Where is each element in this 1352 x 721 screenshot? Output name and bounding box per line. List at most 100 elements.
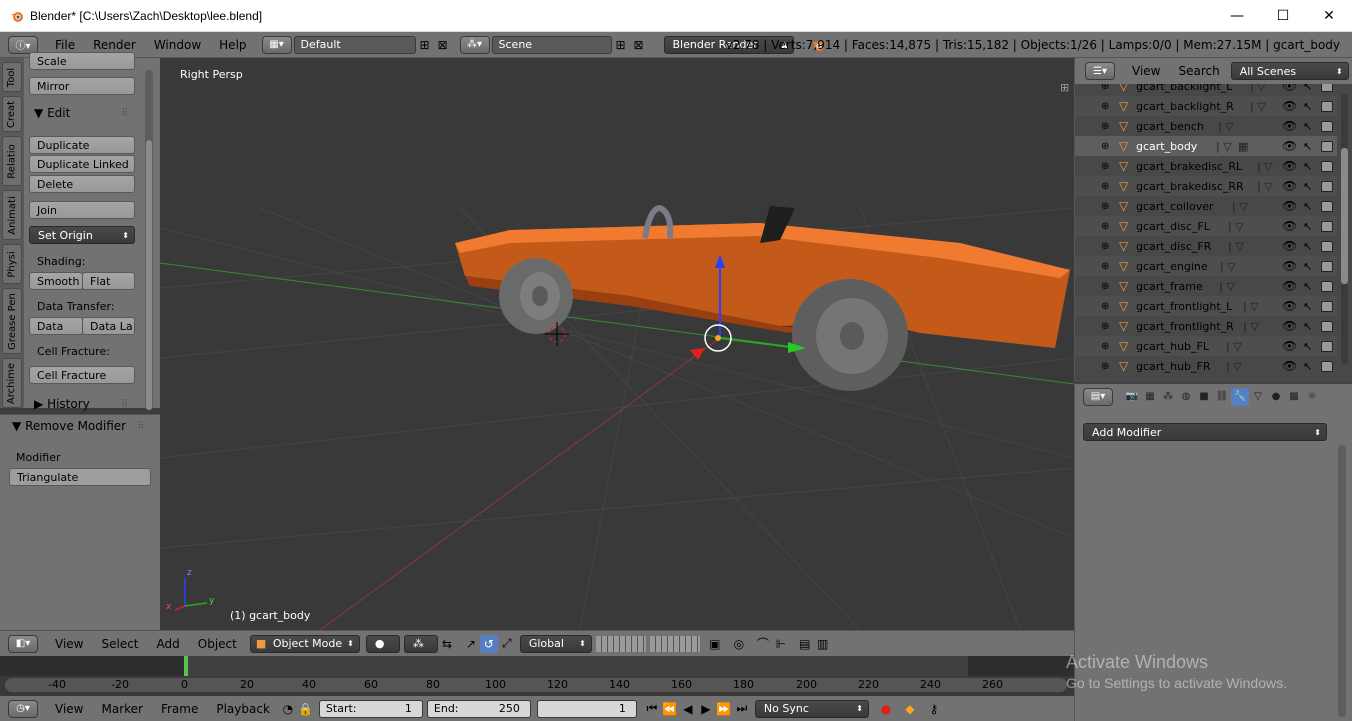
translate-manipulator-icon[interactable]: ↗	[462, 635, 480, 653]
remove-screen-icon[interactable]: ⊠	[434, 36, 452, 54]
jump-keyframe-back-icon[interactable]: ⏪	[661, 700, 679, 718]
preview-range-icon[interactable]: ◔	[279, 700, 297, 718]
object-name[interactable]: gcart_disc_FL	[1136, 220, 1210, 233]
mesh-data-icon[interactable]: | ▽	[1243, 300, 1259, 313]
tab-archimesh[interactable]: Archime	[2, 358, 22, 408]
menu-window[interactable]: Window	[145, 38, 210, 52]
outliner-row[interactable]: ⊕ ▽ gcart_disc_FL | ▽ 👁 ↖	[1075, 216, 1337, 236]
visibility-eye-icon[interactable]: 👁	[1282, 299, 1297, 313]
tool-shelf-scrollbar[interactable]	[145, 70, 153, 410]
start-frame-field[interactable]: Start: 1	[318, 699, 423, 718]
jump-start-icon[interactable]: ⏮	[643, 700, 661, 718]
visibility-eye-icon[interactable]: 👁	[1282, 119, 1297, 133]
visibility-eye-icon[interactable]: 👁	[1282, 159, 1297, 173]
physics-tab-icon[interactable]: ⚛	[1303, 388, 1321, 406]
visibility-eye-icon[interactable]: 👁	[1282, 339, 1297, 353]
outliner-row[interactable]: ⊕ ▽ gcart_frame | ▽ 👁 ↖	[1075, 276, 1337, 296]
scrollbar-thumb[interactable]	[1341, 148, 1348, 284]
scene-tab-icon[interactable]: ⁂	[1159, 388, 1177, 406]
expand-plus-icon[interactable]: ⊕	[1101, 261, 1109, 272]
lock-layers-icon[interactable]: ▣	[706, 635, 724, 653]
object-name[interactable]: gcart_backlight_R	[1136, 100, 1234, 113]
selectable-cursor-icon[interactable]: ↖	[1303, 320, 1312, 333]
selectable-cursor-icon[interactable]: ↖	[1303, 100, 1312, 113]
outliner-row[interactable]: ⊕ ▽ gcart_hub_FL | ▽ 👁 ↖	[1075, 336, 1337, 356]
screen-layout-field[interactable]: Default	[293, 35, 416, 54]
render-camera-icon[interactable]	[1321, 180, 1333, 192]
visibility-eye-icon[interactable]: 👁	[1282, 99, 1297, 113]
duplicate-button[interactable]: Duplicate	[29, 136, 135, 154]
object-name[interactable]: gcart_bench	[1136, 120, 1204, 133]
menu-search[interactable]: Search	[1169, 64, 1228, 78]
opengl-render-icon[interactable]: ▤	[796, 635, 814, 653]
object-name[interactable]: gcart_coilover	[1136, 200, 1214, 213]
end-frame-field[interactable]: End: 250	[426, 699, 531, 718]
history-panel-header[interactable]: ▶ History	[34, 397, 90, 411]
outliner[interactable]: ⊕ ▽ gcart_backlight_L | ▽ 👁 ↖ ⊕ ▽ gcart_backligh…	[1074, 84, 1352, 382]
mesh-data-icon[interactable]: | ▽	[1232, 200, 1248, 213]
mesh-data-icon[interactable]: | ▽	[1220, 260, 1236, 273]
render-camera-icon[interactable]	[1321, 140, 1333, 152]
visibility-eye-icon[interactable]: 👁	[1282, 219, 1297, 233]
render-camera-icon[interactable]	[1321, 120, 1333, 132]
render-tab-icon[interactable]: 📷	[1123, 388, 1141, 406]
remove-modifier-header[interactable]: ▼ Remove Modifier	[12, 419, 126, 433]
maximize-button[interactable]: ☐	[1260, 0, 1306, 32]
expand-plus-icon[interactable]: ⊕	[1101, 361, 1109, 372]
expand-plus-icon[interactable]: ⊕	[1101, 201, 1109, 212]
snap-element-icon[interactable]: ⊩	[772, 635, 790, 653]
render-camera-icon[interactable]	[1321, 84, 1333, 92]
play-icon[interactable]: ▶	[697, 700, 715, 718]
outliner-row[interactable]: ⊕ ▽ gcart_coilover | ▽ 👁 ↖	[1075, 196, 1337, 216]
render-camera-icon[interactable]	[1321, 100, 1333, 112]
tab-animation[interactable]: Animati	[2, 190, 22, 240]
object-name[interactable]: gcart_brakedisc_RR	[1136, 180, 1244, 193]
mesh-data-icon[interactable]: | ▽	[1216, 140, 1232, 153]
drag-handle-icon[interactable]: ⠿	[121, 399, 128, 410]
close-button[interactable]: ✕	[1306, 0, 1352, 32]
object-name[interactable]: gcart_frontlight_L	[1136, 300, 1232, 313]
object-name[interactable]: gcart_backlight_L	[1136, 84, 1232, 93]
transform-orientation-dropdown[interactable]: Global ⬍	[519, 634, 592, 653]
expand-plus-icon[interactable]: ⊕	[1101, 241, 1109, 252]
menu-playback[interactable]: Playback	[207, 702, 279, 716]
modifier-icon[interactable]: ▦	[1238, 140, 1248, 153]
rotate-manipulator-icon[interactable]: ↺	[479, 634, 498, 653]
selectable-cursor-icon[interactable]: ↖	[1303, 120, 1312, 133]
outliner-filter-dropdown[interactable]: All Scenes ⬍	[1230, 62, 1349, 80]
scene-field[interactable]: Scene	[491, 35, 612, 54]
outliner-scrollbar[interactable]	[1341, 94, 1348, 364]
expand-plus-icon[interactable]: ⊕	[1101, 121, 1109, 132]
mesh-data-icon[interactable]: | ▽	[1226, 340, 1242, 353]
selectable-cursor-icon[interactable]: ↖	[1303, 220, 1312, 233]
outliner-row[interactable]: ⊕ ▽ gcart_hub_FR | ▽ 👁 ↖	[1075, 356, 1337, 376]
outliner-row[interactable]: ⊕ ▽ gcart_body | ▽ ▦ 👁 ↖	[1075, 136, 1337, 156]
outliner-row[interactable]: ⊕ ▽ gcart_bench | ▽ 👁 ↖	[1075, 116, 1337, 136]
menu-view[interactable]: View	[46, 637, 92, 651]
constraints-tab-icon[interactable]: ⛓	[1213, 388, 1231, 406]
selectable-cursor-icon[interactable]: ↖	[1303, 340, 1312, 353]
visibility-eye-icon[interactable]: 👁	[1282, 279, 1297, 293]
record-icon[interactable]: ●	[877, 700, 895, 718]
world-tab-icon[interactable]: ◍	[1177, 388, 1195, 406]
duplicate-linked-button[interactable]: Duplicate Linked	[29, 155, 135, 173]
properties-scrollbar[interactable]	[1338, 445, 1346, 717]
expand-plus-icon[interactable]: ⊕	[1101, 321, 1109, 332]
outliner-row[interactable]: ⊕ ▽ gcart_frontlight_L | ▽ 👁 ↖	[1075, 296, 1337, 316]
add-scene-icon[interactable]: ⊞	[612, 36, 630, 54]
menu-marker[interactable]: Marker	[92, 702, 151, 716]
timeline[interactable]: -40 -20 0 20 40 60 80 100 120 140 160 18…	[0, 656, 1074, 696]
visibility-eye-icon[interactable]: 👁	[1282, 319, 1297, 333]
expand-plus-icon[interactable]: ⊕	[1101, 84, 1109, 92]
expand-plus-icon[interactable]: ⊕	[1101, 221, 1109, 232]
object-name[interactable]: gcart_disc_FR	[1136, 240, 1211, 253]
mode-dropdown[interactable]: ■ Object Mode ⬍	[249, 634, 360, 653]
layers-grid-b[interactable]	[649, 635, 700, 652]
mesh-data-icon[interactable]: | ▽	[1228, 240, 1244, 253]
mesh-data-icon[interactable]: | ▽	[1226, 360, 1242, 373]
jump-keyframe-forward-icon[interactable]: ⏩	[715, 700, 733, 718]
pivot-point-dropdown[interactable]: ⁂	[403, 634, 438, 653]
scale-button[interactable]: Scale	[29, 52, 135, 70]
object-name[interactable]: gcart_engine	[1136, 260, 1208, 273]
tab-grease-pencil[interactable]: Grease Pen	[2, 288, 22, 354]
